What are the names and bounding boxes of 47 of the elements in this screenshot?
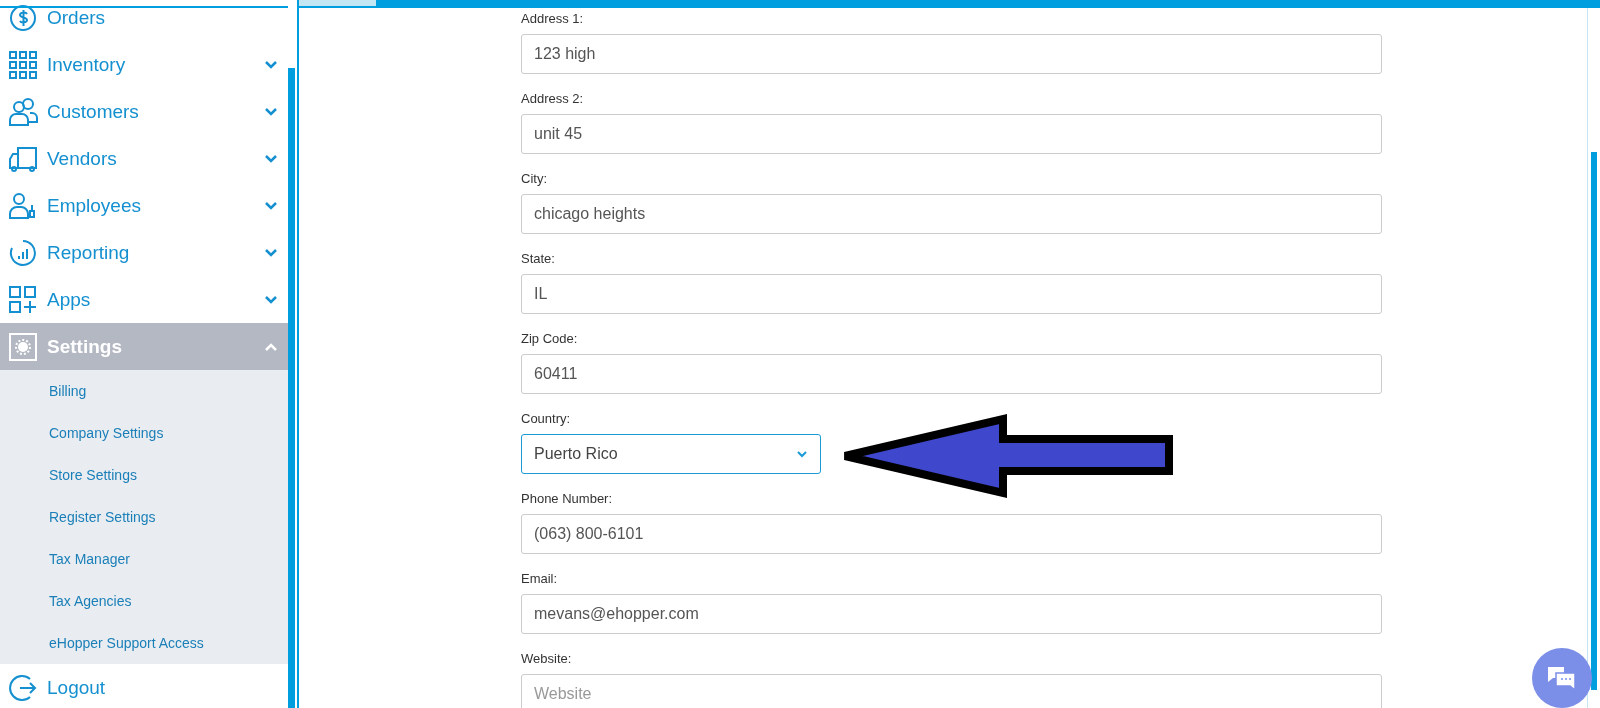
dollar-circle-icon bbox=[8, 2, 38, 33]
submenu-item[interactable]: Billing bbox=[0, 370, 288, 412]
chat-bubbles-icon bbox=[1546, 664, 1578, 692]
sidebar-item[interactable]: Customers bbox=[0, 88, 288, 135]
user-icon bbox=[8, 190, 38, 221]
sidebar-item[interactable]: Apps bbox=[0, 276, 288, 323]
submenu-item[interactable]: Tax Manager bbox=[0, 538, 288, 580]
sidebar-item[interactable]: Employees bbox=[0, 182, 288, 229]
submenu-item[interactable]: Tax Agencies bbox=[0, 580, 288, 622]
field-label: Phone Number: bbox=[521, 490, 614, 508]
logout-icon bbox=[8, 672, 38, 703]
input-field[interactable]: IL bbox=[521, 274, 1382, 314]
sidebar-item[interactable]: Inventory bbox=[0, 41, 288, 88]
input-field[interactable]: 123 high bbox=[521, 34, 1382, 74]
field-label: Email: bbox=[521, 570, 559, 588]
input-field[interactable]: Website bbox=[521, 674, 1382, 708]
sidebar-item[interactable]: Orders bbox=[0, 0, 288, 41]
chat-button[interactable] bbox=[1532, 648, 1592, 708]
input-field[interactable]: mevans@ehopper.com bbox=[521, 594, 1382, 634]
submenu-item[interactable]: Company Settings bbox=[0, 412, 288, 454]
field-label: City: bbox=[521, 170, 548, 188]
sidebar-item[interactable]: Logout bbox=[0, 664, 288, 708]
apps-icon bbox=[8, 284, 38, 315]
sidebar-item[interactable]: Settings bbox=[0, 323, 288, 370]
field-label: Zip Code: bbox=[521, 330, 579, 348]
input-field[interactable]: chicago heights bbox=[521, 194, 1382, 234]
submenu-item[interactable]: Store Settings bbox=[0, 454, 288, 496]
sidebar-item[interactable]: Reporting bbox=[0, 229, 288, 276]
input-field[interactable]: 60411 bbox=[521, 354, 1382, 394]
field-label: State: bbox=[521, 250, 556, 268]
input-field[interactable]: (063) 800-6101 bbox=[521, 514, 1382, 554]
field-label: Address 1: bbox=[521, 10, 585, 28]
users-icon bbox=[8, 96, 38, 127]
input-field[interactable]: unit 45 bbox=[521, 114, 1382, 154]
submenu-item[interactable]: Register Settings bbox=[0, 496, 288, 538]
gear-icon bbox=[8, 331, 38, 362]
scrollbar-thumb[interactable] bbox=[1591, 152, 1597, 690]
scrollbar-thumb[interactable] bbox=[288, 68, 295, 708]
country-select[interactable]: Puerto Rico bbox=[521, 434, 821, 474]
field-label: Address 2: bbox=[521, 90, 585, 108]
grid-icon bbox=[8, 49, 38, 80]
sidebar-item[interactable]: Vendors bbox=[0, 135, 288, 182]
chevron-icon bbox=[796, 450, 808, 458]
chart-circle-icon bbox=[8, 237, 38, 268]
field-label: Country: bbox=[521, 410, 572, 428]
field-label: Website: bbox=[521, 650, 573, 668]
submenu-item[interactable]: eHopper Support Access bbox=[0, 622, 288, 664]
